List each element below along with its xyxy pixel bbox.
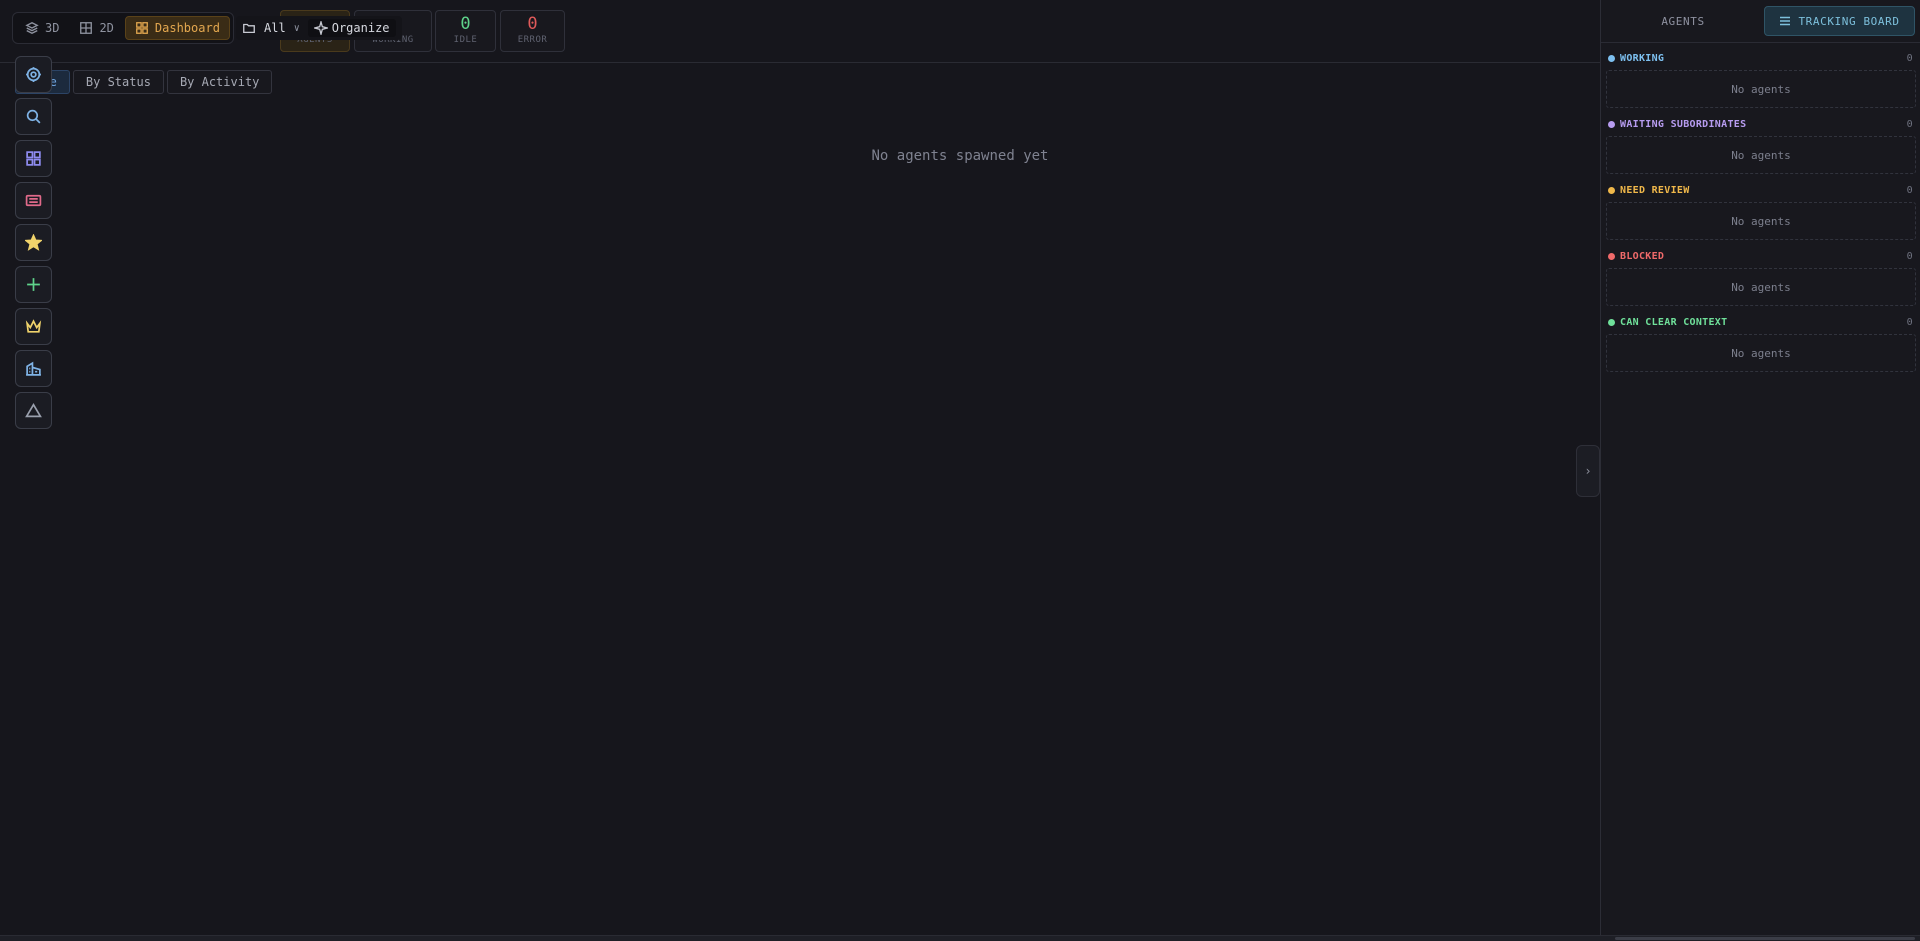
organize-label: Organize xyxy=(331,21,390,35)
view-2d-button[interactable]: 2D xyxy=(70,16,122,40)
section-dropzone: No agents xyxy=(1606,136,1916,174)
section-header[interactable]: WAITING SUBORDINATES 0 xyxy=(1606,116,1916,132)
status-dot xyxy=(1608,120,1615,128)
boss-button[interactable] xyxy=(15,308,52,345)
section-dropzone: No agents xyxy=(1606,70,1916,108)
status-dot xyxy=(1608,318,1615,326)
section-title: WORKING xyxy=(1620,52,1665,64)
list-icon xyxy=(1780,16,1791,26)
status-dot xyxy=(1608,54,1615,62)
section-title: CAN CLEAR CONTEXT xyxy=(1620,316,1728,328)
search-button[interactable] xyxy=(15,98,52,135)
section-count: 0 xyxy=(1906,118,1913,130)
view-dashboard-button[interactable]: Dashboard xyxy=(124,16,230,40)
section-title: BLOCKED xyxy=(1620,250,1665,262)
panel-tabs: AGENTS TRACKING BOARD xyxy=(1601,0,1920,43)
stat-idle[interactable]: 0 IDLE xyxy=(435,10,496,52)
stat-error-label: ERROR xyxy=(517,35,548,45)
section-count: 0 xyxy=(1906,184,1913,196)
grid-icon xyxy=(80,22,93,34)
section-dropzone: No agents xyxy=(1606,334,1916,372)
layers-icon xyxy=(25,22,39,34)
crown-icon xyxy=(25,319,42,333)
section-header[interactable]: WORKING 0 xyxy=(1606,50,1916,66)
section-count: 0 xyxy=(1906,52,1913,64)
view-dashboard-label: Dashboard xyxy=(154,21,220,35)
status-dot xyxy=(1608,186,1615,194)
group-by-activity-tab[interactable]: By Activity xyxy=(166,70,273,94)
sparkle-icon xyxy=(313,21,328,35)
folder-icon xyxy=(243,23,255,34)
section-count: 0 xyxy=(1906,250,1913,262)
header-divider xyxy=(0,62,1600,63)
tab-tracking-board[interactable]: TRACKING BOARD xyxy=(1764,6,1915,36)
stat-idle-value: 0 xyxy=(460,14,471,34)
keyboard-button[interactable] xyxy=(15,182,52,219)
spawn-agent-button[interactable] xyxy=(15,266,52,303)
dashboard-main: 3D 2D Dashboard 0 AGENTS 0 WORKING 0 IDL… xyxy=(0,0,1600,941)
section-title: NEED REVIEW xyxy=(1620,184,1690,196)
section-can-clear-context: CAN CLEAR CONTEXT 0 No agents xyxy=(1606,314,1916,372)
area-button[interactable] xyxy=(15,392,52,429)
view-mode-switcher: 3D 2D Dashboard xyxy=(12,12,234,44)
favorites-button[interactable] xyxy=(15,224,52,261)
view-3d-button[interactable]: 3D xyxy=(16,16,68,40)
grouping-tabs: Zone By Status By Activity xyxy=(15,70,273,94)
star-icon xyxy=(25,234,42,251)
stat-error[interactable]: 0 ERROR xyxy=(500,10,565,52)
section-header[interactable]: CAN CLEAR CONTEXT 0 xyxy=(1606,314,1916,330)
section-working: WORKING 0 No agents xyxy=(1606,50,1916,108)
tab-agents[interactable]: AGENTS xyxy=(1601,6,1765,36)
folder-filter-select[interactable]: All xyxy=(264,21,286,35)
section-dropzone: No agents xyxy=(1606,268,1916,306)
tab-tracking-board-label: TRACKING BOARD xyxy=(1798,14,1900,28)
section-blocked: BLOCKED 0 No agents xyxy=(1606,248,1916,306)
view-2d-label: 2D xyxy=(99,21,114,35)
stat-error-value: 0 xyxy=(527,14,538,34)
building-icon xyxy=(26,361,41,376)
tool-sidebar xyxy=(15,56,52,434)
filter-bar: All ∨ Organize xyxy=(236,16,402,40)
scrollbar-thumb[interactable] xyxy=(1615,937,1915,940)
settings-button[interactable] xyxy=(15,56,52,93)
tracking-panel: AGENTS TRACKING BOARD WORKING 0 No agent… xyxy=(1600,0,1920,941)
stat-idle-label: IDLE xyxy=(453,35,478,45)
search-icon xyxy=(26,109,41,124)
group-by-status-tab[interactable]: By Status xyxy=(72,70,164,94)
status-dot xyxy=(1608,252,1615,260)
horizontal-scrollbar[interactable] xyxy=(0,935,1920,941)
section-waiting-subordinates: WAITING SUBORDINATES 0 No agents xyxy=(1606,116,1916,174)
section-title: WAITING SUBORDINATES xyxy=(1620,118,1747,130)
dashboard-icon xyxy=(136,22,148,34)
triangle-icon xyxy=(25,402,42,418)
chevron-right-icon: › xyxy=(1584,464,1592,478)
section-need-review: NEED REVIEW 0 No agents xyxy=(1606,182,1916,240)
buildings-button[interactable] xyxy=(15,350,52,387)
section-header[interactable]: NEED REVIEW 0 xyxy=(1606,182,1916,198)
settings-icon xyxy=(26,67,41,82)
organize-button[interactable]: Organize xyxy=(307,19,396,37)
section-header[interactable]: BLOCKED 0 xyxy=(1606,248,1916,264)
plus-icon xyxy=(27,278,40,291)
section-dropzone: No agents xyxy=(1606,202,1916,240)
view-3d-label: 3D xyxy=(45,21,60,35)
collapse-panel-button[interactable]: › xyxy=(1576,445,1600,497)
tab-agents-label: AGENTS xyxy=(1661,14,1705,28)
keyboard-icon xyxy=(25,194,42,207)
chevron-down-icon[interactable]: ∨ xyxy=(294,23,300,34)
section-count: 0 xyxy=(1906,316,1913,328)
